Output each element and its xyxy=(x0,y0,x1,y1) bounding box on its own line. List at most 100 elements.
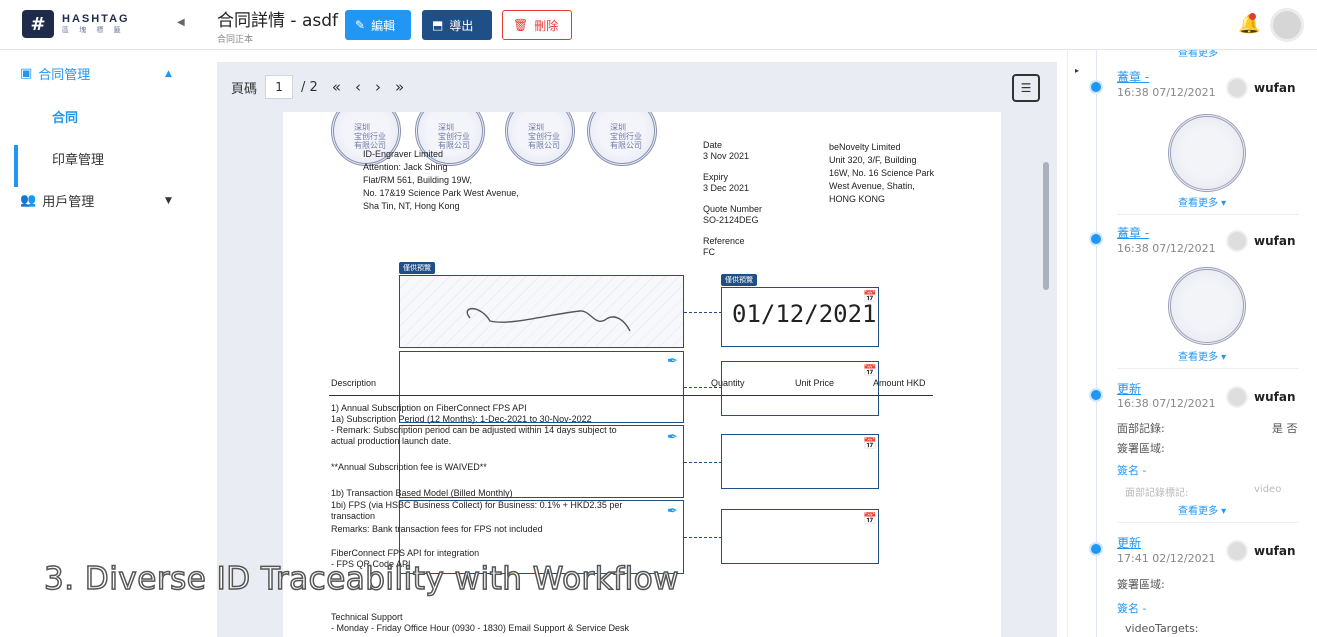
pager: 頁碼 1 / 2 « ‹ › » xyxy=(217,62,1057,112)
brand-logo[interactable]: # HASHTAG 區 塊 標 籤 xyxy=(22,10,130,38)
page-total: / 2 xyxy=(301,79,318,95)
line-item: Remarks: Bank transaction fees for FPS n… xyxy=(331,524,543,534)
see-more-link[interactable]: 查看更多 ▾ xyxy=(1178,194,1226,209)
contract-icon: ▣ xyxy=(20,66,33,81)
entry-title[interactable]: 更新 xyxy=(1117,380,1141,397)
separator xyxy=(1117,214,1299,215)
nav-contract-management-label: 合同管理 xyxy=(38,68,91,83)
document-scrollbar[interactable] xyxy=(1043,162,1049,290)
nav-contract[interactable]: 合同 xyxy=(52,107,78,126)
date-field[interactable]: 01/12/2021 xyxy=(721,287,879,347)
from-line: beNovelty Limited xyxy=(829,142,901,152)
user-avatar xyxy=(1226,540,1248,562)
delete-button[interactable]: 🗑 刪除 xyxy=(502,10,572,40)
face-record-value: 是 否 xyxy=(1272,422,1298,435)
document-page: 深圳 宝创行业 有限公司 深圳 宝创行业 有限公司 深圳 宝创行业 有限公司 深… xyxy=(283,112,1001,637)
see-more-link[interactable]: 查看更多 ▾ xyxy=(1178,502,1226,517)
faded-field-value: video xyxy=(1254,484,1282,495)
timeline-dot xyxy=(1089,232,1103,246)
reference-value: FC xyxy=(703,247,715,257)
table-rule xyxy=(329,395,933,396)
prev-page-icon[interactable]: ‹ xyxy=(355,78,361,96)
column-description: Description xyxy=(331,378,377,388)
faded-field: 面部記錄標記: xyxy=(1125,488,1189,499)
line-item: transaction xyxy=(331,511,376,521)
entry-time: 16:38 07/12/2021 xyxy=(1117,397,1216,410)
reference-label: Reference xyxy=(703,236,745,246)
export-label: 導出 xyxy=(449,18,474,33)
document-viewer: 頁碼 1 / 2 « ‹ › » ☰ 深圳 宝创行业 有限公司 深圳 宝创行业 … xyxy=(217,62,1057,637)
sign-area-label: 簽署區域: xyxy=(1117,578,1165,591)
date-value: 3 Nov 2021 xyxy=(703,151,750,161)
from-line: West Avenue, Shatin, xyxy=(829,181,915,191)
calendar-icon[interactable]: 📅 xyxy=(863,290,877,303)
nav-seal-management[interactable]: 印章管理 xyxy=(52,149,104,168)
seal-image xyxy=(1168,114,1246,192)
first-page-icon[interactable]: « xyxy=(332,78,341,96)
timeline-dot xyxy=(1089,388,1103,402)
collapse-sidebar-icon[interactable]: ◀ xyxy=(177,17,185,28)
entry-title[interactable]: 更新 xyxy=(1117,534,1141,551)
company-stamp: 深圳 宝创行业 有限公司 xyxy=(587,112,657,166)
video-targets-label: videoTargets: xyxy=(1125,622,1199,635)
chevron-down-icon: ▼ xyxy=(165,195,172,206)
users-icon: 👥 xyxy=(20,193,37,208)
support-line: - Monday - Friday Office Hour (0930 - 18… xyxy=(331,623,629,633)
line-item: 1a) Subscription Period (12 Months): 1-D… xyxy=(331,414,592,424)
title-block: 合同詳情 - asdf 合同正本 xyxy=(217,6,338,45)
calendar-icon[interactable]: 📅 xyxy=(863,437,877,450)
timeline-dot xyxy=(1089,80,1103,94)
user-avatar[interactable] xyxy=(1270,8,1304,42)
nav-user-management[interactable]: 👥 用戶管理 ▼ xyxy=(20,191,172,210)
edit-label: 編輯 xyxy=(371,18,396,33)
logo-mark-icon: # xyxy=(22,10,54,38)
link-line xyxy=(684,462,722,463)
entry-title[interactable]: 蓋章 - xyxy=(1117,68,1149,85)
line-item: 1bi) FPS (via HSBC Business Collect) for… xyxy=(331,500,623,510)
page-input[interactable]: 1 xyxy=(265,75,294,99)
comment-icon[interactable]: ☰ xyxy=(1012,74,1040,102)
entry-time: 17:41 02/12/2021 xyxy=(1117,552,1216,565)
expand-panel-icon[interactable]: ▸ xyxy=(1075,66,1079,75)
link-line xyxy=(684,537,722,538)
edit-button[interactable]: ✎ 編輯 xyxy=(345,10,411,40)
entry-time: 16:38 07/12/2021 xyxy=(1117,86,1216,99)
export-button[interactable]: ⬒ 導出 xyxy=(422,10,492,40)
next-page-icon[interactable]: › xyxy=(375,78,381,96)
calendar-icon[interactable]: 📅 xyxy=(863,364,877,377)
expiry-value: 3 Dec 2021 xyxy=(703,183,750,193)
pen-icon[interactable]: ✒ xyxy=(667,503,678,519)
company-stamp: 深圳 宝创行业 有限公司 xyxy=(505,112,575,166)
date-field-value: 01/12/2021 xyxy=(732,300,877,328)
nav-contract-management[interactable]: ▣ 合同管理 ▲ xyxy=(20,64,172,83)
last-page-icon[interactable]: » xyxy=(395,78,404,96)
user-avatar xyxy=(1226,77,1248,99)
nav-user-management-label: 用戶管理 xyxy=(42,195,95,210)
pen-icon[interactable]: ✒ xyxy=(667,429,678,445)
expiry-label: Expiry xyxy=(703,172,729,182)
link-line xyxy=(684,312,722,313)
trash-icon: 🗑 xyxy=(513,18,529,32)
see-more-link[interactable]: 查看更多 ▾ xyxy=(1178,348,1226,363)
active-indicator xyxy=(14,145,18,187)
separator xyxy=(1117,368,1299,369)
user-avatar xyxy=(1226,386,1248,408)
date-field[interactable] xyxy=(721,434,879,489)
edit-icon: ✎ xyxy=(355,18,366,32)
pen-icon[interactable]: ✒ xyxy=(667,353,678,369)
page-title: 合同詳情 - asdf xyxy=(217,11,338,31)
preview-tag: 僅供預覽 xyxy=(399,262,435,274)
notification-badge xyxy=(1249,13,1256,20)
signature-box[interactable] xyxy=(399,275,684,348)
calendar-icon[interactable]: 📅 xyxy=(863,512,877,525)
to-line: Flat/RM 561, Building 19W, xyxy=(363,175,473,185)
signature-stroke xyxy=(466,307,631,332)
line-item: 1) Annual Subscription on FiberConnect F… xyxy=(331,403,527,413)
to-line: Attention: Jack Shing xyxy=(363,162,448,172)
support-line: Technical Support xyxy=(331,612,403,622)
see-more-link[interactable]: 查看更多 xyxy=(1178,50,1218,59)
date-field[interactable] xyxy=(721,509,879,564)
entry-title[interactable]: 蓋章 - xyxy=(1117,224,1149,241)
line-item: 1b) Transaction Based Model (Billed Mont… xyxy=(331,488,513,498)
seal-image xyxy=(1168,267,1246,345)
